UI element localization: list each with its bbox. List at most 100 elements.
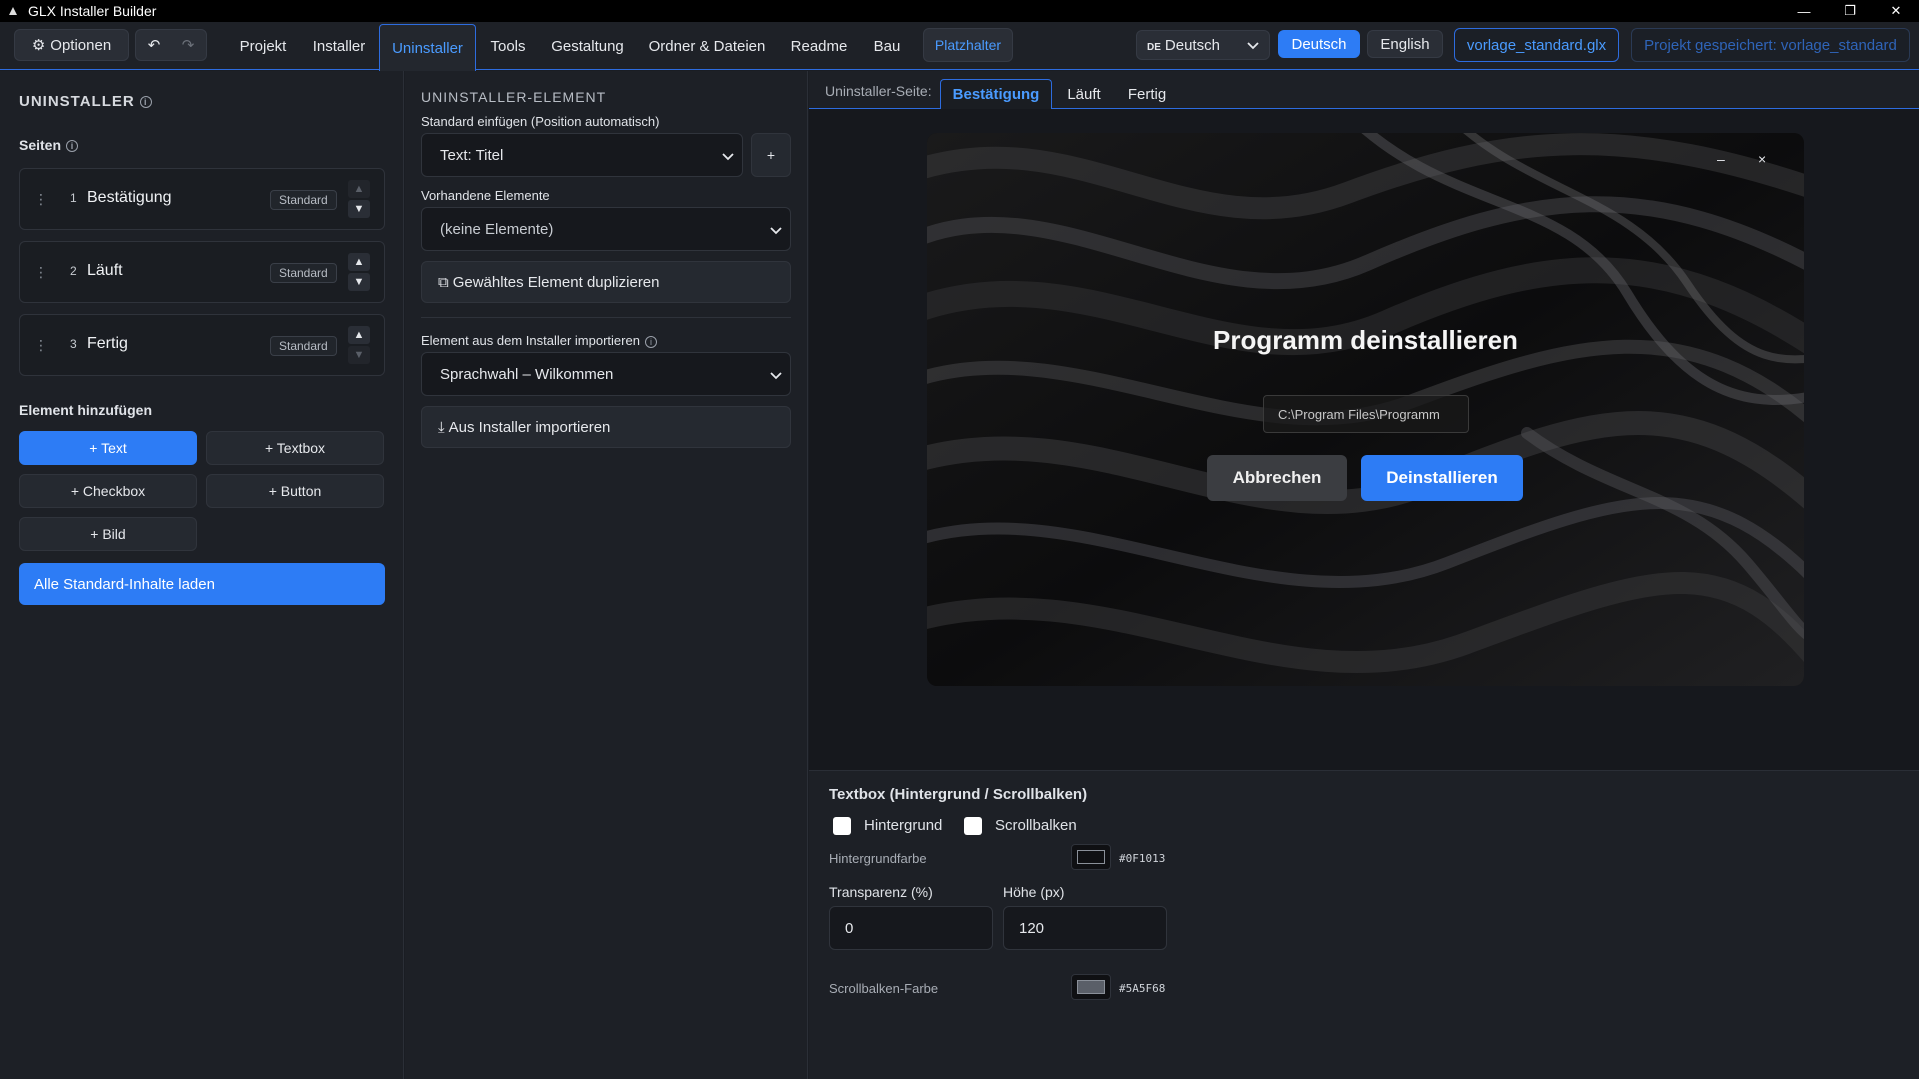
tab-readme[interactable]: Readme bbox=[780, 22, 858, 70]
insert-default-label: Standard einfügen (Position automatisch) bbox=[421, 114, 660, 129]
lang-deutsch-button[interactable]: Deutsch bbox=[1278, 30, 1360, 58]
redo-icon[interactable]: ↷ bbox=[171, 36, 205, 54]
transparency-input[interactable]: 0 bbox=[829, 906, 993, 950]
title-bar: GLX Installer Builder — ❐ ✕ bbox=[0, 0, 1919, 22]
page-card-fertig[interactable]: ⋮ 3 Fertig Standard ▲ ▼ bbox=[19, 314, 385, 376]
preview-panel: Uninstaller-Seite: Bestätigung Läuft Fer… bbox=[809, 71, 1919, 1079]
chevron-down-icon bbox=[1247, 37, 1259, 54]
tab-ordner-dateien[interactable]: Ordner & Dateien bbox=[640, 22, 774, 70]
existing-elements-label: Vorhandene Elemente bbox=[421, 188, 550, 203]
minimize-window-icon[interactable]: — bbox=[1781, 0, 1827, 22]
insert-default-select[interactable]: Text: Titel bbox=[421, 133, 743, 177]
scrollbar-checkbox-label: Scrollbalken bbox=[995, 817, 1077, 834]
project-file-button[interactable]: vorlage_standard.glx bbox=[1454, 28, 1619, 62]
page-name: Bestätigung bbox=[87, 189, 172, 206]
add-textbox-button[interactable]: + Textbox bbox=[206, 431, 384, 465]
existing-elements-select[interactable]: (keine Elemente) bbox=[421, 207, 791, 251]
move-up-icon[interactable]: ▲ bbox=[348, 253, 370, 271]
uninstaller-page-tabs: Uninstaller-Seite: Bestätigung Läuft Fer… bbox=[809, 71, 1919, 109]
background-checkbox[interactable] bbox=[833, 817, 851, 835]
duplicate-icon: ⧉ bbox=[438, 273, 449, 291]
undo-icon[interactable]: ↶ bbox=[137, 36, 171, 54]
move-down-icon[interactable]: ▼ bbox=[348, 273, 370, 291]
page-card-laeuft[interactable]: ⋮ 2 Läuft Standard ▲ ▼ bbox=[19, 241, 385, 303]
tab-tools[interactable]: Tools bbox=[480, 22, 536, 70]
scroll-color-swatch[interactable] bbox=[1071, 974, 1111, 1000]
drag-handle-icon[interactable]: ⋮ bbox=[34, 191, 48, 208]
page-number: 1 bbox=[70, 191, 77, 205]
textbox-properties-panel: Textbox (Hintergrund / Scrollbalken) Hin… bbox=[809, 770, 1919, 1079]
uninstaller-pages-panel: UNINSTALLER i Seiten i ⋮ 1 Bestätigung Sta… bbox=[0, 71, 404, 1079]
import-from-installer-button[interactable]: ⤓ Aus Installer importieren bbox=[421, 406, 791, 448]
tab-projekt[interactable]: Projekt bbox=[226, 22, 300, 70]
language-select[interactable]: DE Deutsch bbox=[1136, 30, 1270, 60]
window-title: GLX Installer Builder bbox=[28, 3, 157, 19]
preview-close-icon[interactable]: × bbox=[1758, 151, 1766, 167]
scrollbar-checkbox[interactable] bbox=[964, 817, 982, 835]
move-up-icon[interactable]: ▲ bbox=[348, 180, 370, 198]
add-button-button[interactable]: + Button bbox=[206, 474, 384, 508]
subtab-fertig[interactable]: Fertig bbox=[1119, 79, 1175, 109]
drag-handle-icon[interactable]: ⋮ bbox=[34, 264, 48, 281]
uninstaller-section-title: UNINSTALLER i bbox=[19, 93, 152, 110]
tab-uninstaller[interactable]: Uninstaller bbox=[379, 24, 476, 71]
import-element-label: Element aus dem Installer importieren i bbox=[421, 333, 657, 348]
info-icon[interactable]: i bbox=[644, 335, 657, 348]
restore-window-icon[interactable]: ❐ bbox=[1827, 0, 1873, 22]
options-button[interactable]: ⚙ Optionen bbox=[14, 29, 129, 61]
info-icon[interactable]: i bbox=[139, 96, 152, 109]
tab-bau[interactable]: Bau bbox=[862, 22, 912, 70]
uninstaller-preview-window: – × Programm deinstallieren C:\Program F… bbox=[927, 133, 1804, 686]
preview-path-textbox[interactable]: C:\Program Files\Programm bbox=[1263, 395, 1469, 433]
uninstaller-element-panel: UNINSTALLER-ELEMENT Standard einfügen (P… bbox=[405, 71, 808, 1079]
duplicate-element-button[interactable]: ⧉ Gewähltes Element duplizieren bbox=[421, 261, 791, 303]
standard-badge: Standard bbox=[270, 336, 337, 356]
props-title: Textbox (Hintergrund / Scrollbalken) bbox=[829, 786, 1088, 803]
chevron-down-icon bbox=[770, 222, 782, 239]
page-name: Fertig bbox=[87, 335, 128, 352]
load-all-defaults-button[interactable]: Alle Standard-Inhalte laden bbox=[19, 563, 385, 605]
preview-title: Programm deinstallieren bbox=[1213, 325, 1518, 355]
add-checkbox-button[interactable]: + Checkbox bbox=[19, 474, 197, 508]
preview-cancel-button[interactable]: Abbrechen bbox=[1207, 455, 1347, 501]
page-number: 3 bbox=[70, 337, 77, 351]
height-input[interactable]: 120 bbox=[1003, 906, 1167, 950]
tab-gestaltung[interactable]: Gestaltung bbox=[540, 22, 635, 70]
preview-uninstall-button[interactable]: Deinstallieren bbox=[1361, 455, 1523, 501]
transparency-label: Transparenz (%) bbox=[829, 884, 933, 900]
page-name: Läuft bbox=[87, 262, 123, 279]
flag-de-icon: DE bbox=[1147, 41, 1161, 53]
move-up-icon[interactable]: ▲ bbox=[348, 326, 370, 344]
saved-status-badge: Projekt gespeichert: vorlage_standard bbox=[1631, 28, 1910, 62]
subtab-laeuft[interactable]: Läuft bbox=[1059, 79, 1109, 109]
move-down-icon[interactable]: ▼ bbox=[348, 346, 370, 364]
add-image-button[interactable]: + Bild bbox=[19, 517, 197, 551]
chevron-down-icon bbox=[722, 148, 734, 165]
lang-english-button[interactable]: English bbox=[1367, 30, 1443, 58]
drag-handle-icon[interactable]: ⋮ bbox=[34, 337, 48, 354]
close-window-icon[interactable]: ✕ bbox=[1873, 0, 1919, 22]
page-number: 2 bbox=[70, 264, 77, 278]
placeholder-button[interactable]: Platzhalter bbox=[923, 28, 1013, 62]
background-checkbox-label: Hintergrund bbox=[864, 817, 943, 834]
import-element-select[interactable]: Sprachwahl – Wilkommen bbox=[421, 352, 791, 396]
scroll-color-hex: #5A5F68 bbox=[1119, 982, 1166, 995]
page-card-bestaetigung[interactable]: ⋮ 1 Bestätigung Standard ▲ ▼ bbox=[19, 168, 385, 230]
tab-installer[interactable]: Installer bbox=[303, 22, 375, 70]
app-icon bbox=[6, 4, 20, 18]
uninstaller-page-label: Uninstaller-Seite: bbox=[825, 83, 932, 99]
divider bbox=[421, 317, 791, 318]
add-text-button[interactable]: + Text bbox=[19, 431, 197, 465]
bg-color-swatch[interactable] bbox=[1071, 844, 1111, 870]
insert-default-button[interactable]: + bbox=[751, 133, 791, 177]
gear-icon: ⚙ bbox=[31, 37, 46, 54]
move-down-icon[interactable]: ▼ bbox=[348, 200, 370, 218]
preview-minimize-icon[interactable]: – bbox=[1717, 151, 1725, 167]
bg-color-label: Hintergrundfarbe bbox=[829, 851, 927, 866]
add-element-label: Element hinzufügen bbox=[19, 402, 152, 418]
standard-badge: Standard bbox=[270, 190, 337, 210]
info-icon[interactable]: i bbox=[66, 140, 79, 153]
subtab-bestaetigung[interactable]: Bestätigung bbox=[940, 79, 1052, 109]
main-toolbar: ⚙ Optionen ↶ ↷ Projekt Installer Uninsta… bbox=[0, 22, 1919, 71]
chevron-down-icon bbox=[770, 367, 782, 384]
